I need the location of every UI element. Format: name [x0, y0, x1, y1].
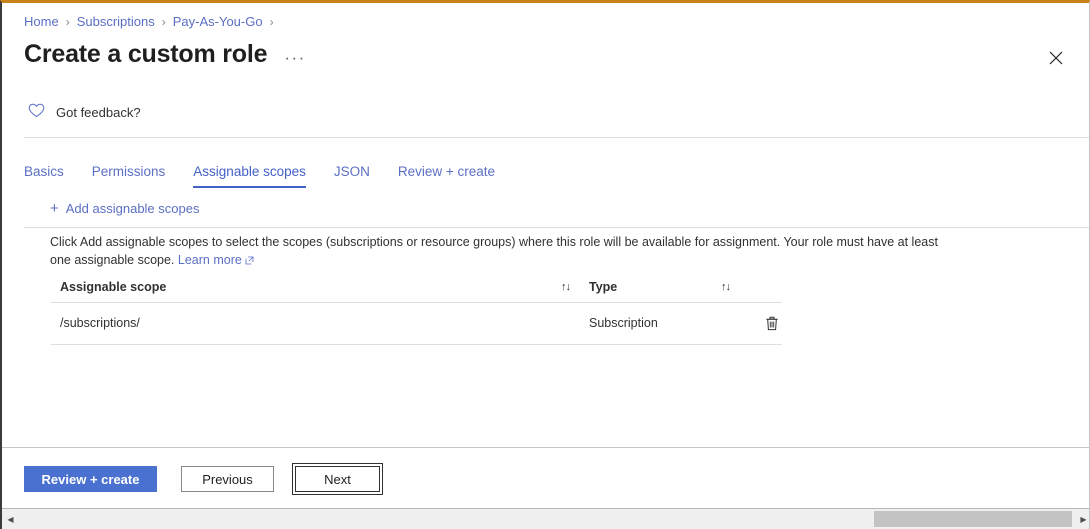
got-feedback-button[interactable]: Got feedback?	[28, 103, 141, 121]
scrollbar-thumb[interactable]	[874, 511, 1072, 527]
next-button[interactable]: Next	[292, 463, 383, 495]
tab-basics[interactable]: Basics	[24, 164, 64, 188]
scrollbar-track[interactable]	[19, 509, 1075, 529]
plus-icon: +	[50, 200, 59, 217]
cell-type: Subscription	[580, 302, 740, 345]
add-assignable-scopes-label: Add assignable scopes	[65, 201, 200, 216]
description-text: Click Add assignable scopes to select th…	[50, 234, 950, 271]
sort-icon[interactable]: ↑↓	[561, 281, 571, 293]
add-assignable-scopes-button[interactable]: + Add assignable scopes	[50, 201, 199, 216]
cell-actions	[740, 302, 782, 345]
review-create-button[interactable]: Review + create	[24, 466, 157, 492]
external-link-icon	[245, 253, 254, 271]
more-options-button[interactable]: ···	[284, 43, 305, 66]
close-icon[interactable]	[1041, 43, 1071, 73]
breadcrumb-item-subscriptions[interactable]: Subscriptions	[77, 14, 155, 29]
wizard-footer: Review + create Previous Next	[2, 448, 1089, 508]
divider	[24, 227, 1089, 228]
got-feedback-label: Got feedback?	[56, 104, 141, 120]
tab-review-create[interactable]: Review + create	[398, 164, 495, 188]
tab-json[interactable]: JSON	[334, 164, 370, 188]
wizard-tabs: Basics Permissions Assignable scopes JSO…	[24, 160, 523, 188]
breadcrumb-item-home[interactable]: Home	[24, 14, 59, 29]
scroll-left-arrow-icon[interactable]: ◀	[2, 509, 19, 529]
column-header-actions	[740, 273, 782, 303]
tab-assignable-scopes[interactable]: Assignable scopes	[193, 164, 306, 188]
learn-more-link[interactable]: Learn more	[178, 253, 254, 267]
assignable-scopes-table: Assignable scope ↑↓ Type ↑↓ /subscriptio…	[51, 273, 782, 345]
sort-icon[interactable]: ↑↓	[721, 281, 731, 293]
column-header-assignable-scope-label: Assignable scope	[60, 280, 167, 294]
column-header-type-label: Type	[589, 280, 618, 294]
column-header-type[interactable]: Type ↑↓	[580, 273, 740, 303]
breadcrumb-separator-icon: ›	[65, 14, 70, 29]
page-title: Create a custom role	[24, 40, 268, 68]
previous-button[interactable]: Previous	[181, 466, 274, 492]
learn-more-label: Learn more	[177, 252, 242, 267]
trash-icon[interactable]	[762, 313, 782, 333]
scroll-right-arrow-icon[interactable]: ▶	[1075, 509, 1089, 529]
tab-permissions[interactable]: Permissions	[92, 164, 166, 188]
cell-assignable-scope: /subscriptions/	[51, 302, 580, 345]
horizontal-scrollbar[interactable]: ◀ ▶	[2, 508, 1089, 529]
breadcrumb-item-pay-as-you-go[interactable]: Pay-As-You-Go	[173, 14, 263, 29]
create-custom-role-blade: Home › Subscriptions › Pay-As-You-Go › C…	[0, 0, 1090, 529]
title-row: Create a custom role ···	[24, 40, 306, 69]
column-header-assignable-scope[interactable]: Assignable scope ↑↓	[51, 273, 580, 303]
heart-icon	[28, 103, 45, 121]
breadcrumb-separator-icon: ›	[269, 14, 274, 29]
breadcrumb: Home › Subscriptions › Pay-As-You-Go ›	[24, 14, 281, 29]
table-header-row: Assignable scope ↑↓ Type ↑↓	[51, 273, 782, 303]
divider	[24, 137, 1089, 138]
breadcrumb-separator-icon: ›	[161, 14, 166, 29]
table-row[interactable]: /subscriptions/ Subscription	[51, 302, 782, 345]
